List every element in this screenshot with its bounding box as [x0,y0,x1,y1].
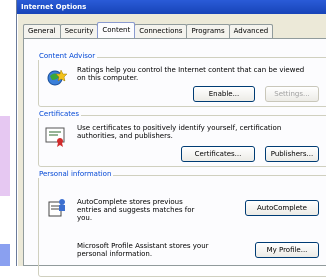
content-advisor-description: Ratings help you control the Internet co… [77,66,305,82]
tab-advanced[interactable]: Advanced [228,24,274,38]
settings-button[interactable]: Settings... [265,86,319,102]
tab-connections[interactable]: Connections [134,24,188,38]
my-profile-button[interactable]: My Profile... [255,242,319,258]
group-label-content-advisor: Content Advisor [37,52,98,60]
autocomplete-icon [48,199,65,217]
enable-button[interactable]: Enable... [193,86,255,102]
internet-options-dialog: Internet Options General Security Conten… [16,0,326,277]
tab-content[interactable]: Content [97,22,136,38]
content-tab-panel: Content Advisor Ratings help you control… [23,38,326,277]
publishers-button[interactable]: Publishers... [265,146,319,162]
group-label-certificates: Certificates [37,110,82,118]
autocomplete-button[interactable]: AutoComplete [245,200,319,216]
certificates-button[interactable]: Certificates... [181,146,255,162]
content-advisor-icon [47,69,67,86]
tab-bar: General Security Content Connections Pro… [23,22,274,38]
personal-information-group: Personal information AutoComplete stores… [37,170,326,277]
autocomplete-description: AutoComplete stores previous entries and… [77,198,195,222]
window-title: Internet Options [17,0,326,14]
tab-programs[interactable]: Programs [186,24,230,38]
desktop-background [0,116,10,196]
content-advisor-group: Content Advisor Ratings help you control… [37,52,326,107]
certificate-icon [45,127,65,147]
certificates-group: Certificates Use certificates to positiv… [37,110,326,167]
tab-general[interactable]: General [23,24,61,38]
profile-assistant-description: Microsoft Profile Assistant stores your … [77,242,209,258]
group-label-personal-information: Personal information [37,170,114,178]
desktop-background [0,244,10,266]
tab-security[interactable]: Security [59,24,99,38]
certificates-description: Use certificates to positively identify … [77,124,282,140]
